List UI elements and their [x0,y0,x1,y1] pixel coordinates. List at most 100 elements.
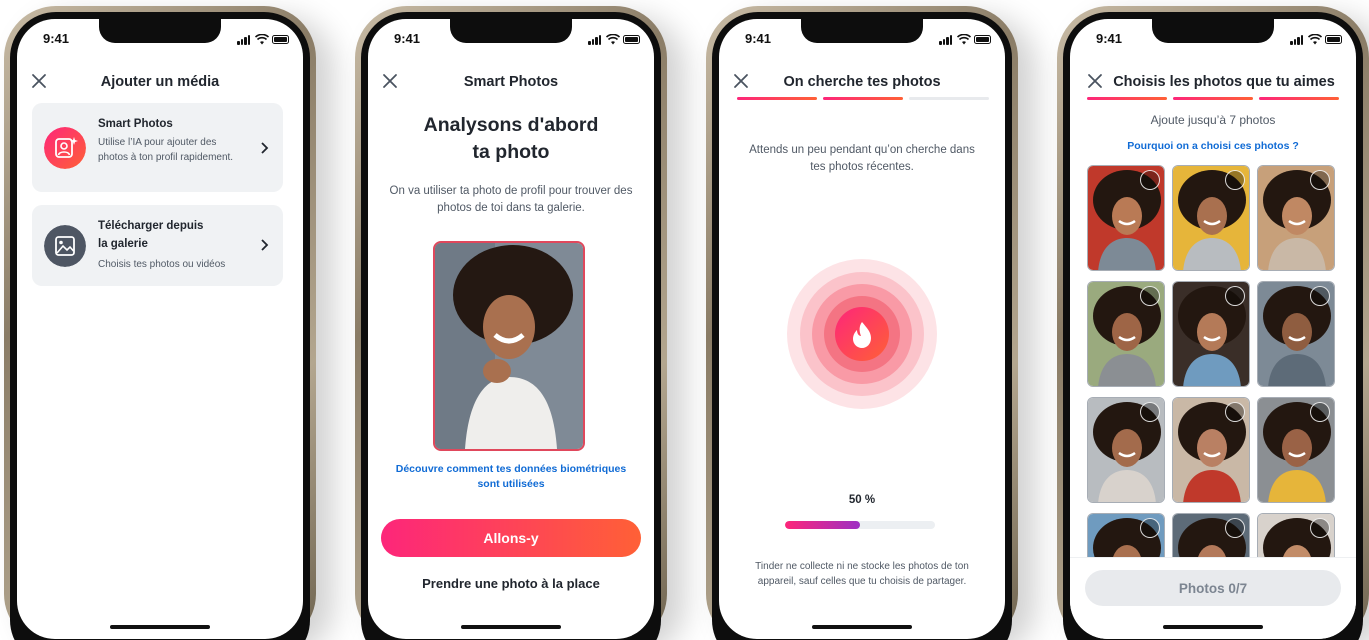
wifi-icon [1308,34,1322,45]
page-title: Smart Photos [463,74,559,90]
biometric-data-link[interactable]: Découvre comment tes données biométrique… [388,462,634,492]
photo-tile[interactable] [1087,397,1165,503]
progress-percent: 50 % [848,494,876,506]
battery-icon [623,35,640,44]
scanning-animation [787,259,937,409]
why-these-photos-link[interactable]: Pourquoi on a choisi ces photos ? [1090,139,1336,154]
progress-bar [785,521,935,529]
phone-searching: 9:41 On cherche tes photos Attends un pe… [706,6,1018,640]
signal-icon [588,35,602,45]
smart-photos-title: Smart Photos [98,118,173,130]
page-title: Ajouter un média [100,74,220,90]
status-icons [237,34,289,45]
phone-choose-photos: 9:41 Choisis les photos que tu aimes Ajo… [1057,6,1369,640]
photo-tile[interactable] [1172,281,1250,387]
gallery-icon [44,225,86,267]
wifi-icon [957,34,971,45]
photo-tile[interactable] [1087,281,1165,387]
page-title: Choisis les photos que tu aimes [1113,74,1335,90]
select-checkbox[interactable] [1310,402,1330,422]
home-indicator [812,625,912,629]
step-indicator [737,97,817,100]
status-icons [939,34,991,45]
photo-tile[interactable] [1172,397,1250,503]
profile-photo [433,241,585,451]
home-indicator [110,625,210,629]
screen-choose-photos: 9:41 Choisis les photos que tu aimes Ajo… [1070,19,1356,639]
step-indicator [1087,97,1167,100]
header: Smart Photos [368,71,654,95]
step-indicator [1173,97,1253,100]
select-checkbox[interactable] [1225,518,1245,538]
status-icons [588,34,640,45]
header: On cherche tes photos [719,71,1005,95]
progress-fill [785,521,860,529]
signal-icon [939,35,953,45]
select-checkbox[interactable] [1140,170,1160,190]
status-time: 9:41 [745,31,772,46]
photo-limit-subtitle: Ajoute jusqu’à 7 photos [1150,113,1276,127]
gallery-upload-title: Télécharger depuis la galerie [98,220,204,250]
smart-photos-option[interactable]: Smart Photos Utilise l’IA pour ajouter d… [32,103,283,192]
select-checkbox[interactable] [1225,402,1245,422]
photo-tile[interactable] [1172,165,1250,271]
smart-photos-desc: Utilise l’IA pour ajouter des photos à t… [98,137,234,163]
screen-add-media: 9:41 Ajouter un média Smart Photos Utili… [17,19,303,639]
battery-icon [272,35,289,44]
select-checkbox[interactable] [1225,286,1245,306]
select-checkbox[interactable] [1225,170,1245,190]
photo-tile[interactable] [1257,165,1335,271]
select-checkbox[interactable] [1310,170,1330,190]
select-checkbox[interactable] [1310,518,1330,538]
take-photo-instead-button[interactable]: Prendre une photo à la place [368,576,654,591]
step-indicator [909,97,989,100]
smart-photo-icon [44,127,86,169]
photo-tile[interactable] [1087,513,1165,557]
photo-tile[interactable] [1087,165,1165,271]
status-time: 9:41 [43,31,70,46]
chevron-right-icon [261,142,269,154]
battery-icon [1325,35,1342,44]
heading: Analysons d'abord ta photo [423,114,599,163]
header: Ajouter un média [17,71,303,95]
lets-go-button[interactable]: Allons-y [381,519,641,557]
photo-tile[interactable] [1257,513,1335,557]
step-indicator [823,97,903,100]
notch [99,19,221,43]
privacy-notice: Tinder ne collecte ni ne stocke les phot… [755,561,969,587]
status-time: 9:41 [1096,31,1123,46]
photo-tile[interactable] [1172,513,1250,557]
battery-icon [974,35,991,44]
home-indicator [461,625,561,629]
status-time: 9:41 [394,31,421,46]
searching-description: Attends un peu pendant qu’on cherche dan… [749,144,975,173]
screen-smart-photos: 9:41 Smart Photos Analysons d'abord ta p… [368,19,654,639]
select-checkbox[interactable] [1310,286,1330,306]
signal-icon [237,35,251,45]
home-indicator [1163,625,1263,629]
photo-tile[interactable] [1257,397,1335,503]
photos-count-button[interactable]: Photos 0/7 [1085,570,1341,606]
chevron-right-icon [261,239,269,251]
notch [450,19,572,43]
screen-searching: 9:41 On cherche tes photos Attends un pe… [719,19,1005,639]
gallery-upload-option[interactable]: Télécharger depuis la galerie Choisis te… [32,205,283,286]
select-checkbox[interactable] [1140,286,1160,306]
header: Choisis les photos que tu aimes [1070,71,1356,95]
notch [1152,19,1274,43]
photo-tile[interactable] [1257,281,1335,387]
signal-icon [1290,35,1304,45]
wifi-icon [606,34,620,45]
select-checkbox[interactable] [1140,518,1160,538]
phone-smart-photos: 9:41 Smart Photos Analysons d'abord ta p… [355,6,667,640]
photo-grid [1087,165,1337,557]
gallery-upload-desc: Choisis tes photos ou vidéos [98,259,226,270]
wifi-icon [255,34,269,45]
portrait-illustration [435,243,583,449]
description: On va utiliser ta photo de profil pour t… [389,185,633,214]
select-checkbox[interactable] [1140,402,1160,422]
page-title: On cherche tes photos [783,74,941,90]
notch [801,19,923,43]
step-indicator [1259,97,1339,100]
phone-add-media: 9:41 Ajouter un média Smart Photos Utili… [4,6,316,640]
